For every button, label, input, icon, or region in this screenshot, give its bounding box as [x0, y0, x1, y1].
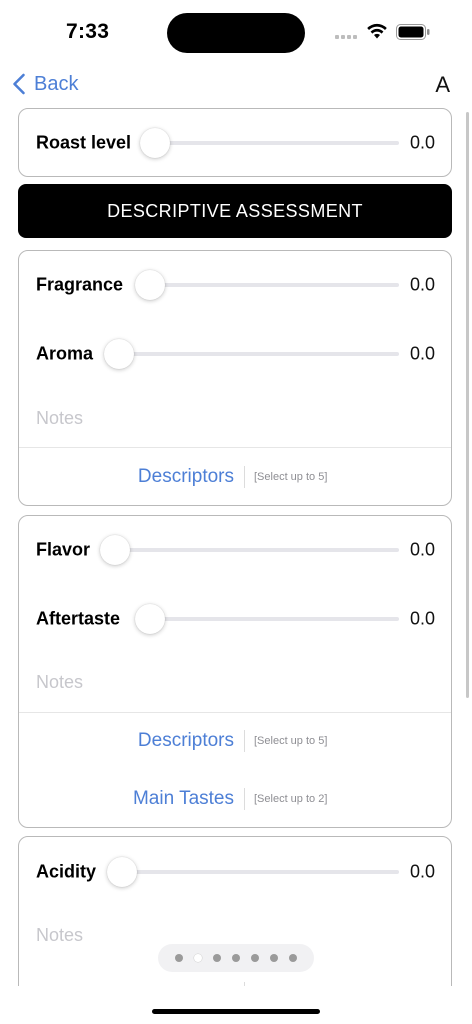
aroma-descriptors-button[interactable]: Descriptors — [138, 466, 234, 488]
fragrance-value: 0.0 — [409, 274, 435, 295]
flavor-notes-input[interactable] — [36, 667, 434, 697]
dynamic-island — [167, 13, 305, 53]
fragrance-slider-thumb[interactable] — [135, 270, 165, 300]
page-dot[interactable] — [213, 954, 221, 962]
navigation-bar: Back A — [0, 64, 472, 104]
fragrance-label: Fragrance — [36, 274, 124, 295]
aroma-row: Aroma 0.0 — [19, 334, 451, 374]
aroma-descriptors-hint: [Select up to 5] — [254, 471, 328, 483]
aftertaste-value: 0.0 — [409, 608, 435, 629]
main-tastes-hint: [Select up to 2] — [254, 793, 328, 805]
flavor-slider-thumb[interactable] — [100, 535, 130, 565]
acidity-label: Acidity — [36, 861, 97, 882]
battery-icon — [396, 24, 430, 40]
aroma-notes-input[interactable] — [36, 403, 434, 433]
separator — [244, 730, 245, 752]
aroma-slider[interactable] — [104, 339, 399, 369]
flavor-label: Flavor — [36, 539, 91, 560]
aftertaste-slider[interactable] — [135, 604, 399, 634]
flavor-slider[interactable] — [100, 535, 399, 565]
fragrance-row: Fragrance 0.0 — [19, 265, 451, 305]
flavor-descriptors-hint: [Select up to 5] — [254, 735, 328, 747]
descriptive-assessment-header: DESCRIPTIVE ASSESSMENT — [18, 184, 452, 238]
aftertaste-row: Aftertaste 0.0 — [19, 599, 451, 639]
aroma-label: Aroma — [36, 343, 94, 364]
flavor-row: Flavor 0.0 — [19, 530, 451, 570]
status-time: 7:33 — [66, 20, 110, 43]
wifi-icon — [367, 23, 387, 39]
status-bar: 7:33 — [0, 0, 472, 64]
divider — [19, 447, 451, 448]
aftertaste-slider-thumb[interactable] — [135, 604, 165, 634]
separator — [244, 466, 245, 488]
acidity-row: Acidity 0.0 — [19, 852, 451, 892]
aroma-descriptors-row: Descriptors [Select up to 5] — [19, 460, 451, 494]
roast-level-card: Roast level 0.0 — [18, 108, 452, 177]
flavor-descriptors-row: Descriptors [Select up to 5] — [19, 724, 451, 758]
page-dot[interactable] — [175, 954, 183, 962]
divider — [19, 712, 451, 713]
back-label: Back — [34, 72, 79, 95]
roast-level-slider-thumb[interactable] — [140, 128, 170, 158]
screen: 7:33 Back A Roast level 0.0 DESCRIPTIVE … — [0, 0, 472, 1024]
roast-level-label: Roast level — [36, 132, 132, 153]
aroma-value: 0.0 — [409, 343, 435, 364]
page-dot[interactable] — [289, 954, 297, 962]
page-dot[interactable] — [251, 954, 259, 962]
bottom-safe-area — [0, 986, 472, 1024]
cellular-signal-icon — [335, 35, 361, 41]
fragrance-aroma-card: Fragrance 0.0 Aroma 0.0 Descriptors [Sel… — [18, 250, 452, 506]
main-tastes-row: Main Tastes [Select up to 2] — [19, 782, 451, 816]
flavor-value: 0.0 — [409, 539, 435, 560]
flavor-descriptors-button[interactable]: Descriptors — [138, 730, 234, 752]
page-dot[interactable] — [270, 954, 278, 962]
separator — [244, 788, 245, 810]
scroll-indicator[interactable] — [466, 112, 469, 698]
roast-level-slider[interactable] — [140, 128, 399, 158]
font-size-button[interactable]: A — [435, 72, 450, 98]
roast-level-value: 0.0 — [409, 132, 435, 153]
aftertaste-label: Aftertaste — [36, 608, 121, 629]
roast-level-row: Roast level 0.0 — [19, 123, 451, 163]
acidity-slider-thumb[interactable] — [107, 857, 137, 887]
acidity-value: 0.0 — [409, 861, 435, 882]
aroma-slider-thumb[interactable] — [104, 339, 134, 369]
back-button[interactable]: Back — [12, 70, 78, 98]
acidity-slider[interactable] — [107, 857, 399, 887]
fragrance-slider[interactable] — [135, 270, 399, 300]
main-tastes-button[interactable]: Main Tastes — [133, 788, 234, 810]
page-indicator[interactable] — [158, 944, 314, 972]
flavor-aftertaste-card: Flavor 0.0 Aftertaste 0.0 Descriptors [S… — [18, 515, 452, 828]
page-dot[interactable] — [232, 954, 240, 962]
page-dot[interactable] — [194, 954, 202, 962]
chevron-left-icon — [13, 73, 25, 95]
home-indicator[interactable] — [152, 1009, 320, 1014]
